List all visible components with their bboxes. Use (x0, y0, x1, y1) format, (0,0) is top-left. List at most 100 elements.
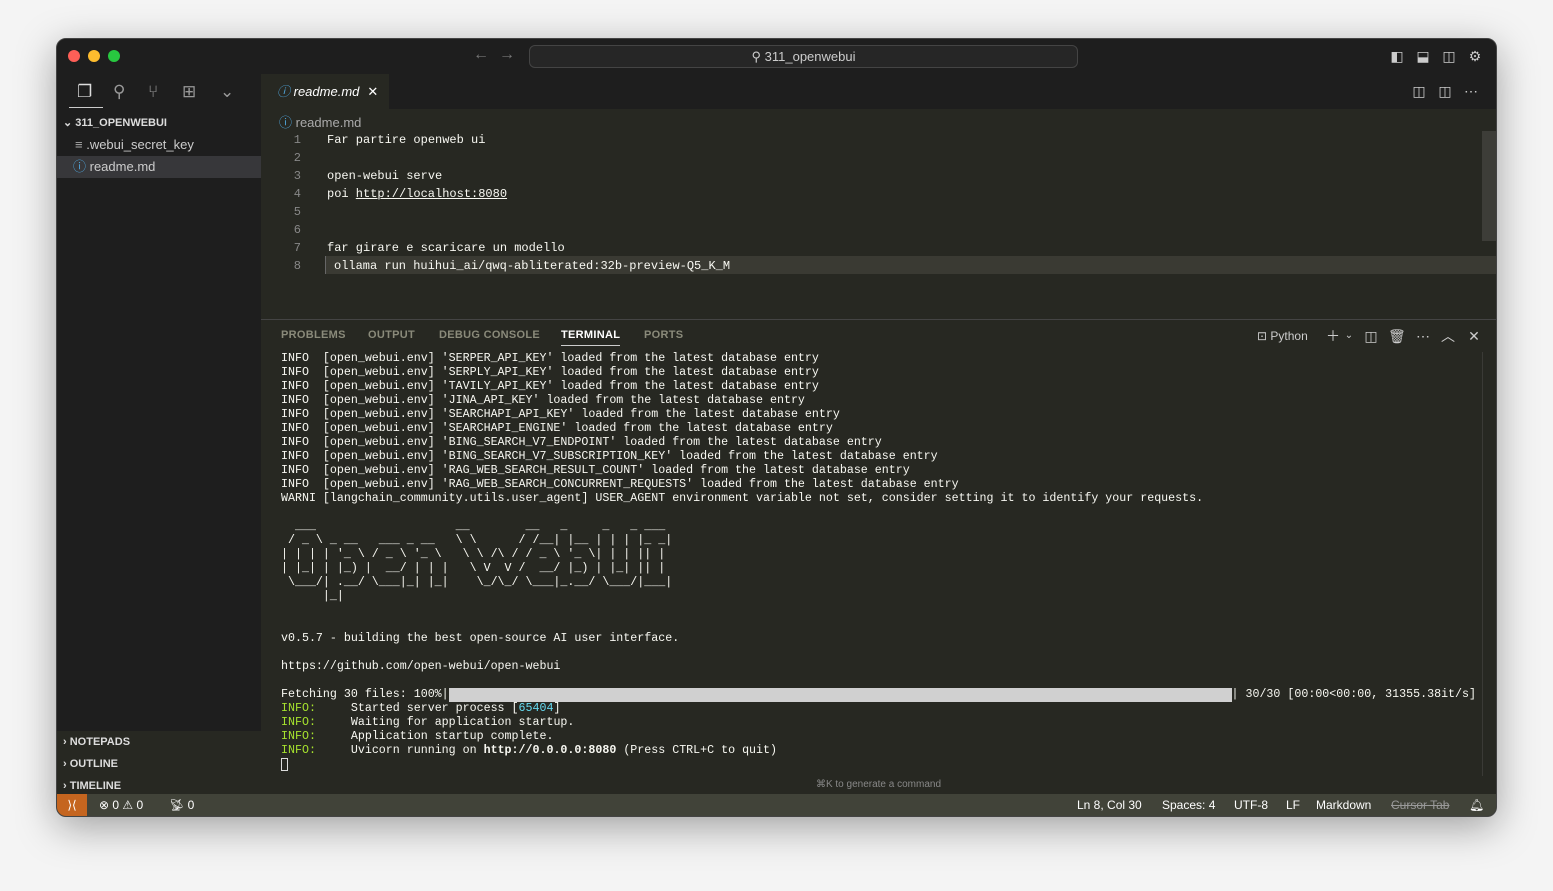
editor-scrollbar[interactable] (1482, 131, 1496, 241)
ports-status[interactable]: 📡︎ 0 (169, 794, 194, 816)
code-line: far girare e scaricare un modello (327, 241, 565, 255)
terminal-line: v0.5.7 - building the best open-source A… (281, 632, 1476, 646)
file-name: .webui_secret_key (86, 137, 194, 152)
indentation[interactable]: Spaces: 4 (1162, 794, 1215, 816)
gear-icon[interactable]: ⚙ (1467, 48, 1483, 64)
maximize-panel-icon[interactable]: ︿ (1440, 328, 1456, 344)
terminal-scrollbar[interactable] (1482, 352, 1496, 776)
new-terminal-icon[interactable]: ＋ (1325, 328, 1341, 344)
command-center-search[interactable]: ⚲ 311_openwebui (529, 45, 1078, 68)
close-icon[interactable]: ✕ (367, 84, 378, 99)
terminal-line: | |_| | |_) | __/ | | | \ V V / __/ |_) … (281, 562, 1476, 576)
split-terminal-icon[interactable]: ◫ (1363, 328, 1379, 344)
encoding[interactable]: UTF-8 (1234, 794, 1268, 816)
file-item-selected[interactable]: ⓘ readme.md (57, 156, 261, 178)
terminal-output[interactable]: INFO [open_webui.env] 'SERPER_API_KEY' l… (281, 352, 1476, 772)
terminal-line: INFO: Waiting for application startup. (281, 716, 1476, 730)
cursor-tab-status[interactable]: Cursor Tab (1391, 794, 1449, 816)
workspace-name: 311_openwebui (764, 49, 856, 64)
line-number: 6 (293, 223, 301, 237)
tab-label: readme.md (293, 84, 360, 99)
terminal-cursor[interactable] (281, 758, 288, 771)
log-text: INFO [open_webui.env] 'SEARCHAPI_API_KEY… (281, 408, 840, 421)
explorer-icon[interactable]: ❐ (77, 82, 92, 102)
section-label: TIMELINE (69, 780, 122, 792)
text-file-icon: ≡ (75, 137, 87, 152)
log-text: ] (553, 702, 561, 715)
bottom-panel: PROBLEMS OUTPUT DEBUG CONSOLE TERMINAL P… (261, 319, 1496, 794)
active-view-indicator (69, 107, 103, 108)
section-outline[interactable]: › OUTLINE (57, 753, 261, 775)
open-preview-icon[interactable]: ◫ (1411, 83, 1427, 99)
section-notepads[interactable]: › NOTEPADS (57, 731, 261, 753)
language-mode[interactable]: Markdown (1316, 794, 1371, 816)
more-actions-icon[interactable]: ⋯ (1415, 328, 1431, 344)
search-icon[interactable]: ⚲ (113, 82, 125, 102)
split-editor-icon[interactable]: ◫ (1437, 83, 1453, 99)
toggle-sidebar-icon[interactable]: ◧ (1389, 48, 1405, 64)
file-name: readme.md (89, 159, 156, 174)
explorer-root-folder[interactable]: ⌄ 311_OPENWEBUI (57, 112, 261, 134)
chevron-down-icon[interactable]: ⌄ (1341, 328, 1357, 344)
chevron-down-icon: ⌄ (63, 117, 76, 129)
folder-name: 311_OPENWEBUI (75, 117, 167, 129)
editor-tabs: ⓘ readme.md ✕ ◫ ◫ ⋯ (261, 74, 1496, 109)
terminal-line: INFO [open_webui.env] 'RAG_WEB_SEARCH_CO… (281, 478, 1476, 492)
server-url[interactable]: http://0.0.0.0:8080 (484, 744, 617, 758)
close-window-button[interactable] (68, 50, 80, 62)
tab-ports[interactable]: PORTS (644, 329, 683, 341)
close-panel-icon[interactable]: ✕ (1466, 328, 1482, 344)
sidebar: ❐ ⚲ ⑂ ⊞ ⌄ ⌄ 311_OPENWEBUI ≡ .webui_secre… (57, 74, 261, 797)
ascii-logo-line: ___ __ __ _ _ _ ___ (281, 520, 673, 533)
terminal-line: |_| (281, 590, 1476, 604)
broadcast-icon: 📡︎ (169, 798, 188, 812)
terminal-profile[interactable]: ⊡ Python (1257, 329, 1308, 343)
cursor-position[interactable]: Ln 8, Col 30 (1077, 794, 1142, 816)
breadcrumb-file: readme.md (295, 115, 362, 130)
terminal-line: INFO: Started server process [65404] (281, 702, 1476, 716)
bell-icon[interactable]: 🔔︎ (1469, 794, 1484, 816)
status-bar: ⟩⟨ ⊗ 0 ⚠ 0 📡︎ 0 Ln 8, Col 30 Spaces: 4 U… (57, 794, 1496, 816)
terminal-line: INFO [open_webui.env] 'TAVILY_API_KEY' l… (281, 380, 1476, 394)
ascii-logo-line: | | | | '_ \ / _ \ '_ \ \ \ /\ / / _ \ '… (281, 548, 673, 561)
log-text: INFO [open_webui.env] 'BING_SEARCH_V7_SU… (281, 450, 938, 463)
version-text: v0.5.7 - building the best open-source A… (281, 632, 680, 645)
tab-debug-console[interactable]: DEBUG CONSOLE (439, 329, 540, 341)
log-level: INFO: (281, 730, 316, 743)
source-control-icon[interactable]: ⑂ (148, 82, 158, 102)
link[interactable]: http://localhost:8080 (356, 185, 507, 203)
line-ending[interactable]: LF (1286, 794, 1300, 816)
ports-count: 0 (187, 798, 195, 812)
toggle-panel-icon[interactable]: ⬓ (1415, 48, 1431, 64)
extensions-icon[interactable]: ⊞ (182, 82, 196, 102)
terminal-line: https://github.com/open-webui/open-webui (281, 660, 1476, 674)
file-item[interactable]: ≡ .webui_secret_key (57, 134, 261, 156)
remote-indicator-icon[interactable]: ⟩⟨ (57, 794, 87, 816)
minimize-window-button[interactable] (88, 50, 100, 62)
more-actions-icon[interactable]: ⋯ (1463, 83, 1479, 99)
breadcrumb[interactable]: ⓘ readme.md (279, 112, 361, 131)
tab-terminal[interactable]: TERMINAL (561, 329, 621, 346)
ascii-logo-line: \___/| .__/ \___|_| |_| \_/\_/ \___|_.__… (281, 576, 673, 589)
ascii-logo-line: | |_| | |_) | __/ | | | \ V V / __/ |_) … (281, 562, 673, 575)
back-arrow-icon[interactable]: ← (473, 46, 489, 64)
problems-status[interactable]: ⊗ 0 ⚠ 0 (99, 794, 143, 816)
chevron-down-icon[interactable]: ⌄ (220, 82, 234, 102)
toggle-secondary-sidebar-icon[interactable]: ◫ (1441, 48, 1457, 64)
tab-output[interactable]: OUTPUT (368, 329, 415, 341)
log-text: INFO [open_webui.env] 'BING_SEARCH_V7_EN… (281, 436, 882, 449)
forward-arrow-icon[interactable]: → (499, 46, 515, 64)
warning-count: 0 (136, 798, 144, 812)
tab-problems[interactable]: PROBLEMS (281, 329, 346, 341)
log-text: INFO [open_webui.env] 'JINA_API_KEY' loa… (281, 394, 805, 407)
process-id: 65404 (518, 702, 554, 715)
tab-readme[interactable]: ⓘ readme.md ✕ (261, 74, 389, 109)
trash-icon[interactable]: 🗑 (1388, 328, 1406, 344)
info-icon: ⓘ (73, 159, 90, 174)
editor[interactable]: ⓘ readme.md 1 Far partire openweb ui 2 3 ope… (261, 109, 1496, 319)
maximize-window-button[interactable] (108, 50, 120, 62)
terminal-line: / _ \ _ __ ___ _ __ \ \ / /__| |__ | | |… (281, 534, 1476, 548)
repo-url[interactable]: https://github.com/open-webui/open-webui (281, 660, 560, 674)
log-text: INFO [open_webui.env] 'TAVILY_API_KEY' l… (281, 380, 819, 393)
